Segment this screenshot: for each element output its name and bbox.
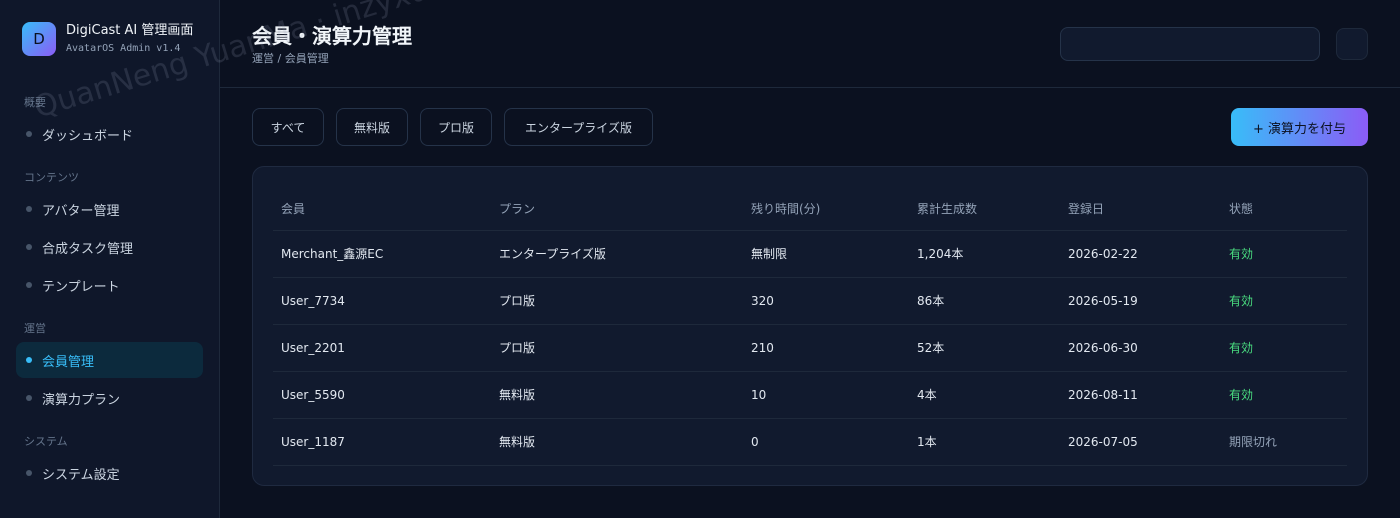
cell-member: User_2201 bbox=[273, 324, 491, 372]
brand: D DigiCast AI 管理画面 AvatarOS Admin v1.4 bbox=[22, 22, 193, 56]
sidebar-item-label: ダッシュボード bbox=[42, 128, 134, 144]
header-action-button[interactable] bbox=[1336, 28, 1368, 60]
table-row[interactable]: User_2201 プロ版 210 52本 2026-06-30 有効 bbox=[273, 324, 1347, 372]
bullet-icon bbox=[26, 244, 32, 250]
sidebar-item-members[interactable]: 会員管理 bbox=[16, 342, 203, 378]
cell-registered: 2026-05-19 bbox=[1060, 277, 1221, 325]
bullet-icon bbox=[26, 357, 32, 363]
status-badge: 期限切れ bbox=[1221, 418, 1347, 466]
sidebar-item-avatars[interactable]: アバター管理 bbox=[16, 191, 203, 227]
cell-plan: プロ版 bbox=[491, 324, 743, 372]
sidebar: D DigiCast AI 管理画面 AvatarOS Admin v1.4 概… bbox=[0, 0, 220, 518]
breadcrumb: 運営 / 会員管理 bbox=[252, 52, 329, 65]
bullet-icon bbox=[26, 131, 32, 137]
cell-registered: 2026-06-30 bbox=[1060, 324, 1221, 372]
brand-logo: D bbox=[22, 22, 56, 56]
grant-compute-button[interactable]: + 演算力を付与 bbox=[1231, 108, 1368, 146]
column-header-plan: プラン bbox=[491, 187, 743, 231]
cell-generated: 52本 bbox=[909, 324, 1060, 372]
bullet-icon bbox=[26, 282, 32, 288]
filter-all[interactable]: すべて bbox=[252, 108, 324, 146]
cell-generated: 1本 bbox=[909, 418, 1060, 466]
cell-remaining: 10 bbox=[743, 371, 909, 419]
sidebar-item-label: システム設定 bbox=[42, 467, 120, 483]
column-header-total-generated: 累計生成数 bbox=[909, 187, 1060, 231]
column-header-remaining-minutes: 残り時間(分) bbox=[743, 187, 909, 231]
sidebar-item-label: 演算力プラン bbox=[42, 392, 121, 408]
cell-plan: 無料版 bbox=[491, 371, 743, 419]
table-row[interactable]: User_1187 無料版 0 1本 2026-07-05 期限切れ bbox=[273, 418, 1347, 466]
page-title: 会員・演算力管理 bbox=[252, 24, 412, 48]
cell-remaining: 210 bbox=[743, 324, 909, 372]
members-table: 会員 プラン 残り時間(分) 累計生成数 登録日 状態 Merchant_鑫源E… bbox=[273, 187, 1347, 466]
table-header-row: 会員 プラン 残り時間(分) 累計生成数 登録日 状態 bbox=[273, 187, 1347, 231]
bullet-icon bbox=[26, 470, 32, 476]
column-header-registered-date: 登録日 bbox=[1060, 187, 1221, 231]
brand-subtitle: AvatarOS Admin v1.4 bbox=[66, 43, 181, 54]
cell-plan: プロ版 bbox=[491, 277, 743, 325]
cell-member: User_7734 bbox=[273, 277, 491, 325]
table-row[interactable]: User_7734 プロ版 320 86本 2026-05-19 有効 bbox=[273, 277, 1347, 325]
sidebar-item-system-settings[interactable]: システム設定 bbox=[16, 455, 203, 491]
cell-generated: 86本 bbox=[909, 277, 1060, 325]
cell-remaining: 無制限 bbox=[743, 230, 909, 278]
members-table-card: 会員 プラン 残り時間(分) 累計生成数 登録日 状態 Merchant_鑫源E… bbox=[252, 166, 1368, 486]
cell-plan: エンタープライズ版 bbox=[491, 230, 743, 278]
cell-remaining: 0 bbox=[743, 418, 909, 466]
nav-section-system: システム bbox=[24, 435, 68, 448]
sidebar-item-templates[interactable]: テンプレート bbox=[16, 267, 203, 303]
cell-member: User_5590 bbox=[273, 371, 491, 419]
cell-remaining: 320 bbox=[743, 277, 909, 325]
cell-member: Merchant_鑫源EC bbox=[273, 230, 491, 278]
cell-registered: 2026-08-11 bbox=[1060, 371, 1221, 419]
sidebar-item-label: 合成タスク管理 bbox=[42, 241, 134, 257]
sidebar-item-label: アバター管理 bbox=[42, 203, 120, 219]
brand-title: DigiCast AI 管理画面 bbox=[66, 23, 194, 38]
table-row[interactable]: User_5590 無料版 10 4本 2026-08-11 有効 bbox=[273, 371, 1347, 419]
nav-section-overview: 概要 bbox=[24, 96, 46, 109]
cell-registered: 2026-07-05 bbox=[1060, 418, 1221, 466]
cell-plan: 無料版 bbox=[491, 418, 743, 466]
cell-registered: 2026-02-22 bbox=[1060, 230, 1221, 278]
status-badge: 有効 bbox=[1221, 324, 1347, 372]
cell-member: User_1187 bbox=[273, 418, 491, 466]
bullet-icon bbox=[26, 395, 32, 401]
filter-pro[interactable]: プロ版 bbox=[420, 108, 492, 146]
filter-free[interactable]: 無料版 bbox=[336, 108, 408, 146]
sidebar-item-label: テンプレート bbox=[42, 279, 120, 295]
status-badge: 有効 bbox=[1221, 230, 1347, 278]
status-badge: 有効 bbox=[1221, 371, 1347, 419]
column-header-member: 会員 bbox=[273, 187, 491, 231]
table-row[interactable]: Merchant_鑫源EC エンタープライズ版 無制限 1,204本 2026-… bbox=[273, 230, 1347, 278]
cell-generated: 4本 bbox=[909, 371, 1060, 419]
header: 会員・演算力管理 運営 / 会員管理 bbox=[220, 0, 1400, 88]
column-header-status: 状態 bbox=[1221, 187, 1347, 231]
sidebar-item-synthesis-tasks[interactable]: 合成タスク管理 bbox=[16, 229, 203, 265]
bullet-icon bbox=[26, 206, 32, 212]
sidebar-item-compute-plans[interactable]: 演算力プラン bbox=[16, 380, 203, 416]
nav-section-content: コンテンツ bbox=[24, 171, 79, 184]
sidebar-item-label: 会員管理 bbox=[42, 354, 95, 370]
filter-enterprise[interactable]: エンタープライズ版 bbox=[504, 108, 653, 146]
status-badge: 有効 bbox=[1221, 277, 1347, 325]
cell-generated: 1,204本 bbox=[909, 230, 1060, 278]
nav-section-operations: 運営 bbox=[24, 322, 46, 335]
sidebar-item-dashboard[interactable]: ダッシュボード bbox=[16, 116, 203, 152]
search-input[interactable] bbox=[1060, 27, 1320, 61]
